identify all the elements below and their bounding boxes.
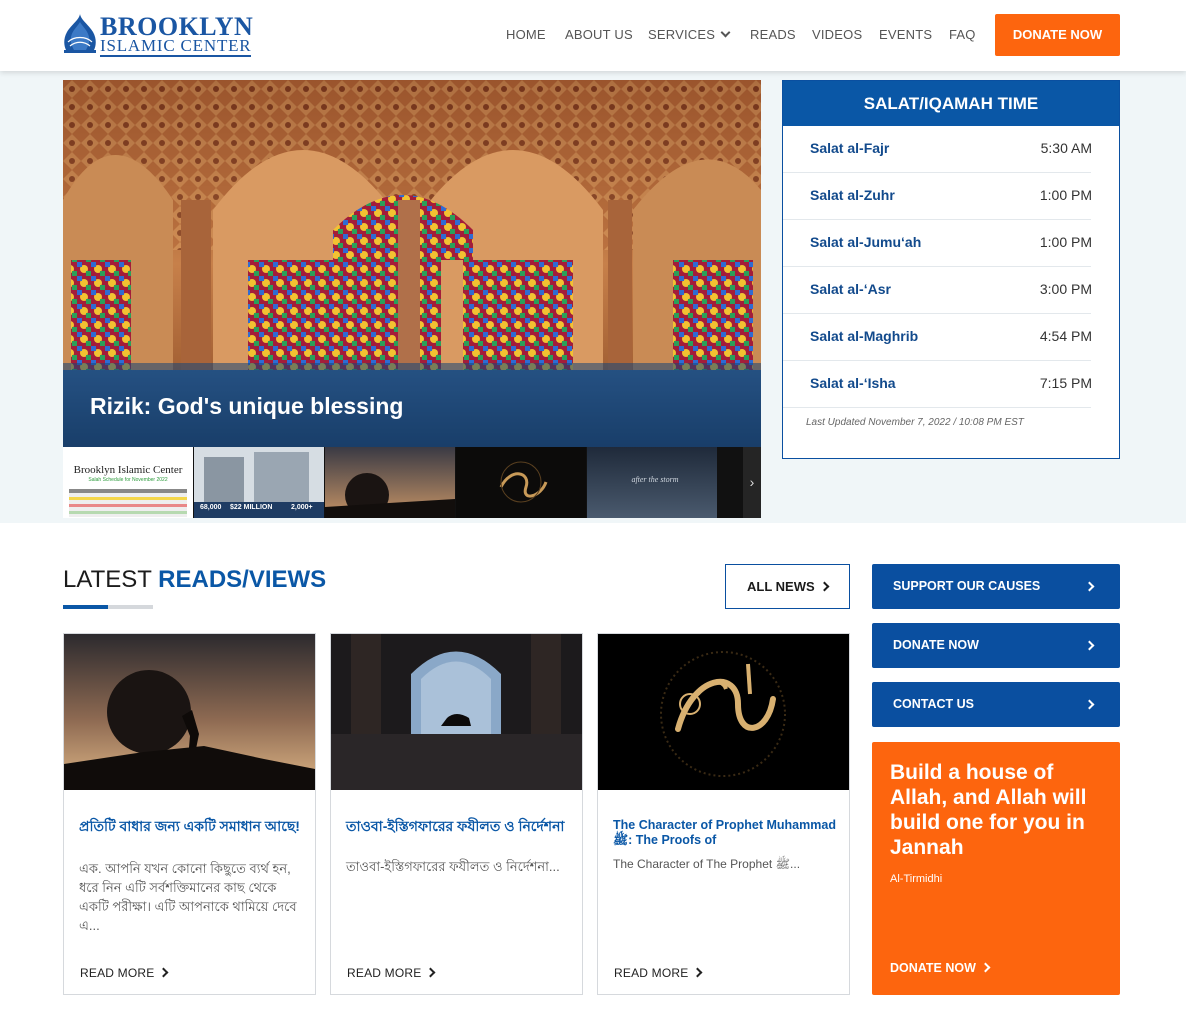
section-title-plain: LATEST <box>63 566 159 593</box>
chevron-right-icon[interactable]: › <box>743 447 761 518</box>
nav-services[interactable]: SERVICES <box>648 27 731 43</box>
card-excerpt: তাওবা-ইস্তিগফারের ফযীলত ও নির্দেশনা... <box>346 859 560 874</box>
contact-us-label: CONTACT US <box>893 697 975 711</box>
read-more-link[interactable]: READ MORE <box>614 966 703 980</box>
nav-services-label: SERVICES <box>648 27 716 42</box>
nav-videos[interactable]: VIDEOS <box>812 27 862 43</box>
salat-time: 1:00 PM <box>1039 187 1092 203</box>
chevron-right-icon <box>1084 640 1095 651</box>
promo-donate-label: DONATE NOW <box>890 961 976 975</box>
all-news-button[interactable]: ALL NEWS <box>725 564 850 609</box>
salat-time: 3:00 PM <box>1039 281 1092 297</box>
section-title-underline <box>63 605 153 609</box>
salat-time: 7:15 PM <box>1039 375 1092 391</box>
salat-name: Salat al-Fajr <box>810 140 890 156</box>
thumbnail-1-subtitle: Salah Schedule for November 2022 <box>88 477 168 483</box>
chevron-down-icon <box>720 27 731 38</box>
salat-row: Salat al-Jumu‘ah 1:00 PM <box>783 220 1092 267</box>
read-more-label: READ MORE <box>347 966 422 980</box>
card-image[interactable] <box>331 634 582 790</box>
salat-name: Salat al-Zuhr <box>810 187 895 203</box>
salat-name: Salat al-Maghrib <box>810 328 919 344</box>
salat-last-updated: Last Updated November 7, 2022 / 10:08 PM… <box>806 417 1024 428</box>
card-title[interactable]: প্রতিটি বাধার জন্য একটি সমাধান আছে! <box>79 818 303 835</box>
thumbnail-5[interactable]: after the storm <box>587 447 717 518</box>
nav-about-us[interactable]: ABOUT US <box>565 27 633 43</box>
nav-reads[interactable]: READS <box>750 27 796 43</box>
salat-row: Salat al-Maghrib 4:54 PM <box>783 314 1092 361</box>
read-more-link[interactable]: READ MORE <box>80 966 169 980</box>
salat-row: Salat al-Zuhr 1:00 PM <box>783 173 1092 220</box>
thumbnail-4[interactable] <box>456 447 586 518</box>
read-more-label: READ MORE <box>80 966 155 980</box>
promo-donate-link[interactable]: DONATE NOW <box>890 961 991 975</box>
read-more-label: READ MORE <box>614 966 689 980</box>
card-image[interactable] <box>598 634 849 790</box>
schedule-table-graphic <box>69 489 187 517</box>
thumbnail-2[interactable]: 68,000 $22 MILLION 2,000+ <box>194 447 324 518</box>
hero-caption: Rizik: God's unique blessing <box>63 363 761 447</box>
donation-promo: Build a house of Allah, and Allah will b… <box>872 742 1120 995</box>
hero-thumbnail-strip: Brooklyn Islamic Center Salah Schedule f… <box>63 447 761 518</box>
nav-faq[interactable]: FAQ <box>949 27 976 43</box>
news-card[interactable]: প্রতিটি বাধার জন্য একটি সমাধান আছে! এক. … <box>63 633 316 995</box>
read-more-link[interactable]: READ MORE <box>347 966 436 980</box>
card-image[interactable] <box>64 634 315 790</box>
salat-time: 5:30 AM <box>1040 140 1092 156</box>
salat-time: 4:54 PM <box>1039 328 1092 344</box>
salat-name: Salat al-Jumu‘ah <box>810 234 922 250</box>
thumbnail-5-text: after the storm <box>631 475 679 484</box>
nav-home[interactable]: HOME <box>506 27 546 43</box>
salat-name: Salat al-‘Isha <box>810 375 896 391</box>
hero-slider[interactable]: Rizik: God's unique blessing <box>63 80 761 447</box>
salat-row: Salat al-‘Asr 3:00 PM <box>783 267 1092 314</box>
chevron-right-icon <box>819 581 830 592</box>
promo-quote: Build a house of Allah, and Allah will b… <box>890 761 1087 859</box>
card-title[interactable]: তাওবা-ইস্তিগফারের ফযীলত ও নির্দেশনা <box>346 818 570 835</box>
salat-row: Salat al-Fajr 5:30 AM <box>783 126 1092 173</box>
donate-now-sidebar-label: DONATE NOW <box>893 638 979 652</box>
donate-now-button[interactable]: DONATE NOW <box>995 14 1120 56</box>
contact-us-button[interactable]: CONTACT US <box>872 682 1120 727</box>
boulder-image <box>325 447 455 518</box>
calligraphy-image <box>598 634 849 790</box>
nav-events[interactable]: EVENTS <box>879 27 932 43</box>
site-header: BROOKLYN ISLAMIC CENTER HOME ABOUT US SE… <box>0 0 1186 71</box>
chevron-right-icon <box>159 967 169 978</box>
salat-heading: SALAT/IQAMAH TIME <box>783 81 1119 126</box>
thumbnail-3[interactable] <box>325 447 455 518</box>
salat-row: Salat al-‘Isha 7:15 PM <box>783 361 1092 408</box>
chevron-right-icon <box>1084 699 1095 710</box>
underline-accent <box>63 605 108 609</box>
thumbnail-1[interactable]: Brooklyn Islamic Center Salah Schedule f… <box>63 447 193 518</box>
section-title: LATEST READS/VIEWS <box>63 566 326 594</box>
news-card[interactable]: The Character of Prophet Muhammad ﷺ: The… <box>597 633 850 995</box>
chevron-right-icon <box>426 967 436 978</box>
donate-now-sidebar-button[interactable]: DONATE NOW <box>872 623 1120 668</box>
all-news-label: ALL NEWS <box>747 579 815 594</box>
card-excerpt: এক. আপনি যখন কোনো কিছুতে ব্যর্থ হন, ধরে … <box>79 861 297 933</box>
card-title[interactable]: The Character of Prophet Muhammad ﷺ: The… <box>613 818 837 848</box>
section-title-accent: READS/VIEWS <box>158 566 327 593</box>
salat-time-widget: SALAT/IQAMAH TIME Salat al-Fajr 5:30 AM … <box>782 80 1120 459</box>
promo-source: Al-Tirmidhi <box>890 873 943 885</box>
chevron-right-icon <box>980 962 991 973</box>
support-our-causes-label: SUPPORT OUR CAUSES <box>893 579 1041 593</box>
calligraphy-image <box>456 447 586 518</box>
prayer-silhouette-image <box>331 634 582 790</box>
chevron-right-icon <box>693 967 703 978</box>
news-card[interactable]: তাওবা-ইস্তিগফারের ফযীলত ও নির্দেশনা তাওব… <box>330 633 583 995</box>
salat-name: Salat al-‘Asr <box>810 281 891 297</box>
boulder-push-image <box>64 634 315 790</box>
thumbnail-1-title: Brooklyn Islamic Center <box>73 464 183 476</box>
stat-1: 68,000 <box>200 504 222 511</box>
salat-time: 1:00 PM <box>1039 234 1092 250</box>
stat-2: $22 MILLION <box>230 504 273 511</box>
card-excerpt: The Character of The Prophet ﷺ... <box>613 857 801 871</box>
stat-3: 2,000+ <box>291 504 313 511</box>
hero-title[interactable]: Rizik: God's unique blessing <box>90 392 403 420</box>
chevron-right-icon <box>1084 581 1095 592</box>
support-our-causes-button[interactable]: SUPPORT OUR CAUSES <box>872 564 1120 609</box>
